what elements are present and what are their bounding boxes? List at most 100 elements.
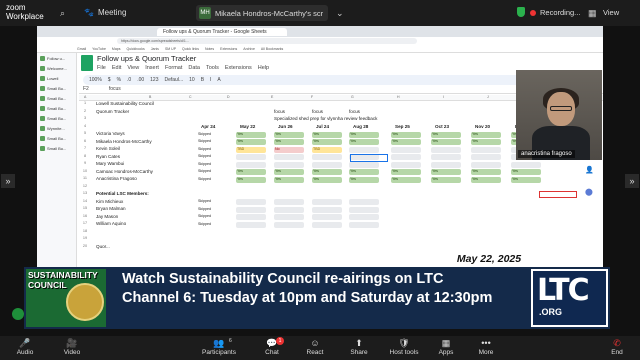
name-box[interactable]: F2 xyxy=(83,86,89,92)
toolbar-audio-button[interactable]: 🎤 Audio xyxy=(5,338,45,356)
attendance-cell[interactable] xyxy=(274,206,304,213)
attendance-cell[interactable]: Yes xyxy=(431,176,461,183)
bookmark-item[interactable]: Quick links xyxy=(182,47,199,51)
column-header[interactable]: E xyxy=(271,95,273,99)
side-panel-item[interactable]: Small Bu... xyxy=(37,133,76,143)
participant-video[interactable]: anacristina fragoso xyxy=(516,70,602,160)
attendance-cell[interactable]: Yes xyxy=(312,131,342,138)
attendance-cell[interactable] xyxy=(349,161,379,168)
formula-input[interactable]: focus xyxy=(109,86,121,92)
attendance-cell[interactable] xyxy=(471,146,501,153)
attendance-cell[interactable] xyxy=(391,146,421,153)
attendance-cell[interactable]: Yes xyxy=(236,139,266,146)
column-header[interactable]: B xyxy=(149,95,151,99)
menu-item-extensions[interactable]: Extensions xyxy=(225,65,252,71)
attendance-cell[interactable] xyxy=(312,161,342,168)
side-panel-item[interactable]: Small Bu... xyxy=(37,143,76,153)
attendance-cell[interactable]: Yes xyxy=(312,176,342,183)
bookmark-item[interactable]: Janis xyxy=(151,47,159,51)
recording-indicator[interactable]: Recording... xyxy=(530,8,580,17)
url-field[interactable]: https://docs.google.com/spreadsheets/d/1… xyxy=(117,38,417,44)
attendance-cell[interactable]: Yes xyxy=(511,169,541,176)
side-panel-item[interactable]: Welcome... xyxy=(37,63,76,73)
bookmark-item[interactable]: Maps xyxy=(112,47,121,51)
row-number[interactable]: 9 xyxy=(80,161,90,165)
attendance-cell[interactable] xyxy=(274,214,304,221)
attendance-cell[interactable]: Yes xyxy=(431,169,461,176)
toolbar-button[interactable]: Defaul... xyxy=(165,77,184,83)
bookmark-item[interactable]: Extensions xyxy=(220,47,237,51)
attendance-cell[interactable] xyxy=(471,154,501,161)
column-header[interactable]: A xyxy=(84,95,86,99)
row-number[interactable]: 19 xyxy=(80,236,90,240)
attendance-cell[interactable] xyxy=(471,161,501,168)
attendance-cell[interactable] xyxy=(349,221,379,228)
attendance-cell[interactable]: Yes xyxy=(312,169,342,176)
attendance-cell[interactable] xyxy=(274,221,304,228)
attendance-cell[interactable]: Skipped xyxy=(197,139,227,145)
toolbar-button[interactable]: A xyxy=(217,77,220,83)
row-number[interactable]: 12 xyxy=(80,184,90,188)
person-icon[interactable]: 👤 xyxy=(585,166,595,174)
bookmark-item[interactable]: SM UP xyxy=(165,47,176,51)
screen-share-pill[interactable]: MH Mikaela Hondros-McCarthy's scr xyxy=(196,5,328,21)
attendance-cell[interactable] xyxy=(431,161,461,168)
column-header[interactable]: H xyxy=(397,95,400,99)
row-number[interactable]: 18 xyxy=(80,229,90,233)
attendance-cell[interactable]: Yes xyxy=(349,139,379,146)
attendance-cell[interactable] xyxy=(431,146,461,153)
attendance-cell[interactable] xyxy=(312,214,342,221)
search-icon[interactable]: ⌕ xyxy=(60,8,65,19)
attendance-cell[interactable] xyxy=(236,199,266,206)
end-meeting-button[interactable]: ✆ End xyxy=(604,338,630,356)
row-number[interactable]: 1 xyxy=(80,101,90,105)
attendance-cell[interactable]: Yes xyxy=(274,169,304,176)
attendance-cell[interactable]: Yes xyxy=(236,131,266,138)
attendance-cell[interactable]: Skipped xyxy=(197,199,227,205)
attendance-cell[interactable]: Yes xyxy=(236,169,266,176)
attendance-cell[interactable]: Yes xyxy=(471,176,501,183)
toolbar-host-tools-button[interactable]: 🛡 Host tools xyxy=(384,338,424,356)
side-panel-item[interactable]: Wynnite... xyxy=(37,123,76,133)
row-number[interactable]: 13 xyxy=(80,191,90,195)
attendance-cell[interactable] xyxy=(391,161,421,168)
toolbar-button[interactable]: 10 xyxy=(189,77,195,83)
attendance-cell[interactable] xyxy=(236,161,266,168)
attendance-cell[interactable]: Skipped xyxy=(197,147,227,153)
bookmark-item[interactable]: Notes xyxy=(205,47,214,51)
menu-item-format[interactable]: Format xyxy=(165,65,182,71)
column-header[interactable]: J xyxy=(487,95,489,99)
side-panel-item[interactable]: Follow u... xyxy=(37,53,76,63)
attendance-cell[interactable]: Yes xyxy=(431,139,461,146)
attendance-cell[interactable] xyxy=(431,154,461,161)
attendance-cell[interactable]: Yes xyxy=(431,131,461,138)
side-panel-item[interactable]: Small Bu... xyxy=(37,103,76,113)
toolbar-more-button[interactable]: ••• More xyxy=(466,338,506,356)
attendance-cell[interactable]: Skipped xyxy=(197,169,227,175)
toolbar-participants-button[interactable]: 👥 Participants 6 xyxy=(199,338,239,356)
menu-item-edit[interactable]: Edit xyxy=(112,65,121,71)
attendance-cell[interactable]: Yes xyxy=(274,131,304,138)
attendance-cell[interactable] xyxy=(312,154,342,161)
attendance-cell[interactable] xyxy=(236,221,266,228)
attendance-cell[interactable] xyxy=(236,214,266,221)
attendance-cell[interactable]: Skipped xyxy=(197,214,227,220)
menu-item-data[interactable]: Data xyxy=(188,65,200,71)
row-number[interactable]: 7 xyxy=(80,146,90,150)
attendance-cell[interactable] xyxy=(312,199,342,206)
column-header[interactable]: D xyxy=(227,95,230,99)
sheet-title[interactable]: Follow ups & Quorum Tracker xyxy=(97,54,269,63)
next-page-button[interactable]: » xyxy=(625,174,639,188)
row-number[interactable]: 2 xyxy=(80,109,90,113)
row-number[interactable]: 5 xyxy=(80,131,90,135)
attendance-cell[interactable] xyxy=(312,206,342,213)
row-number[interactable]: 16 xyxy=(80,214,90,218)
attendance-cell[interactable]: Skipped xyxy=(197,177,227,183)
view-button[interactable]: View xyxy=(603,8,619,17)
attendance-cell[interactable]: Yes xyxy=(391,169,421,176)
row-number[interactable]: 4 xyxy=(80,124,90,128)
attendance-cell[interactable]: Yes xyxy=(471,139,501,146)
attendance-cell[interactable]: Yes xyxy=(471,131,501,138)
attendance-cell[interactable]: Yes xyxy=(236,176,266,183)
side-panel-item[interactable]: Small Bu... xyxy=(37,113,76,123)
